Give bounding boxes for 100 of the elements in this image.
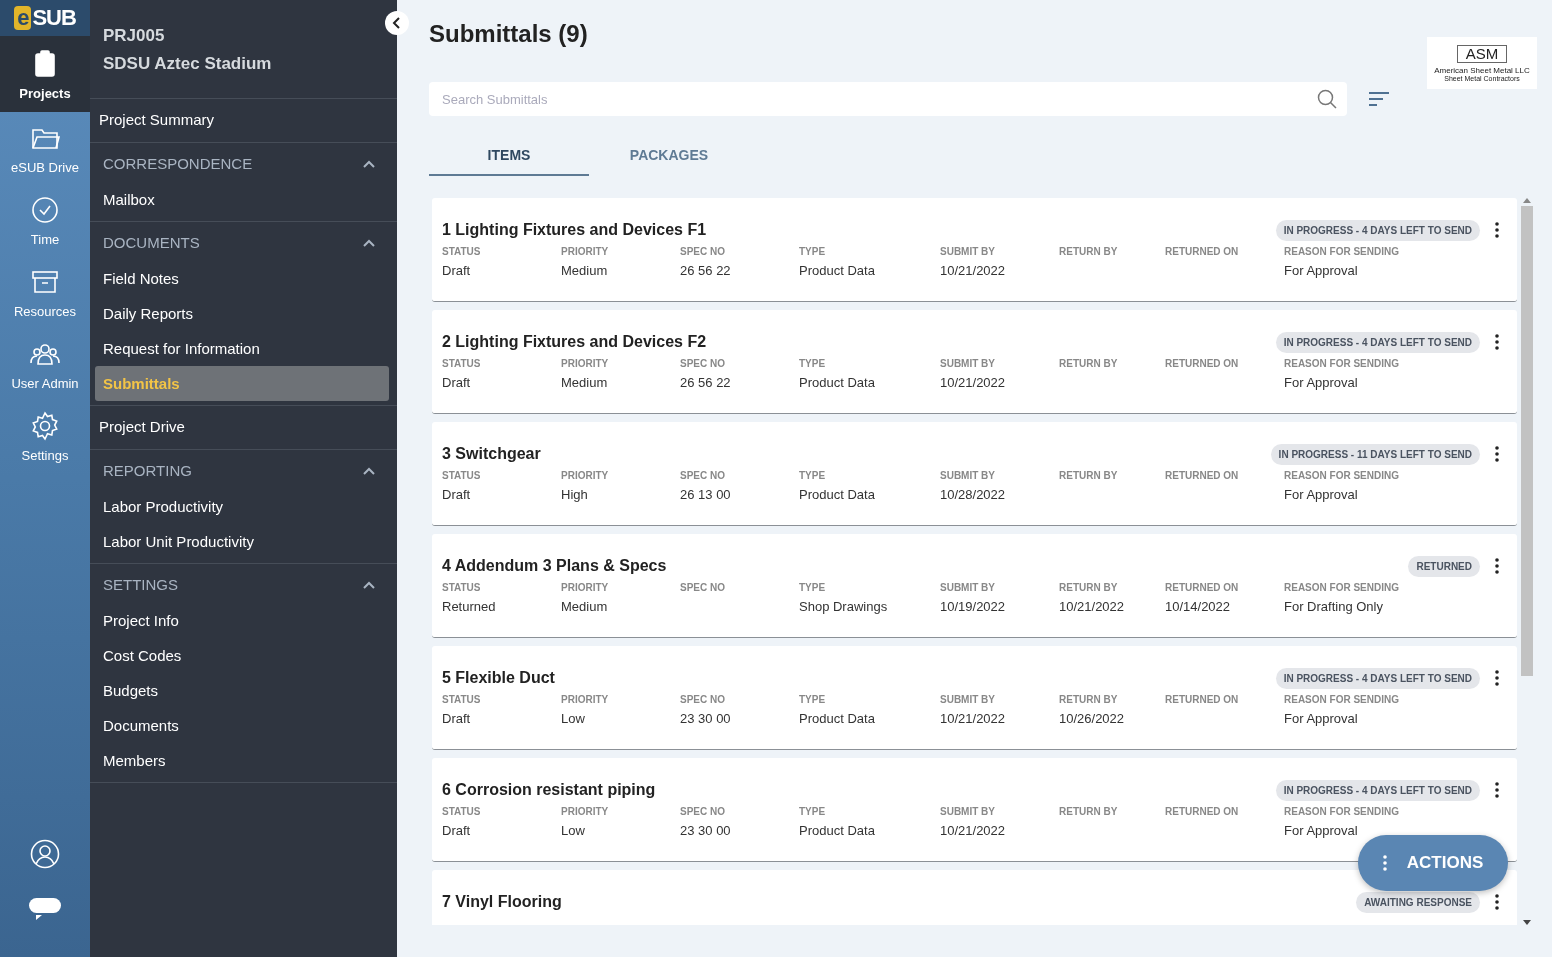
field-label: SPEC NO: [680, 358, 726, 369]
nav-item[interactable]: Labor Unit Productivity: [95, 524, 389, 559]
field-value: Medium: [561, 375, 609, 390]
more-icon[interactable]: [1495, 222, 1499, 238]
search-icon: [1317, 89, 1337, 109]
field-label: RETURN BY: [1059, 358, 1119, 369]
field-value: Draft: [442, 375, 472, 390]
section-header[interactable]: SETTINGS: [90, 564, 397, 603]
more-icon[interactable]: [1495, 782, 1499, 798]
submittal-card[interactable]: 7 Vinyl Flooring AWAITING RESPONSE: [432, 870, 1517, 925]
chat-bubble-icon[interactable]: [28, 897, 62, 923]
chevron-left-icon: [392, 17, 402, 29]
page-title: Submittals (9): [429, 20, 589, 48]
more-icon[interactable]: [1495, 334, 1499, 350]
field-label: SUBMIT BY: [940, 470, 996, 481]
filter-icon[interactable]: [1369, 92, 1389, 106]
submittal-title: 3 Switchgear: [442, 445, 542, 463]
field-label: SPEC NO: [680, 246, 726, 257]
field-value: 10/28/2022: [940, 487, 1007, 502]
field-value: 10/21/2022: [1059, 599, 1126, 614]
submittal-title: 1 Lighting Fixtures and Devices F1: [442, 221, 708, 239]
field-value: 10/21/2022: [940, 263, 1007, 278]
more-icon: [1382, 855, 1387, 871]
status-badge: IN PROGRESS - 11 DAYS LEFT TO SEND: [1270, 443, 1480, 465]
submittal-card[interactable]: 3 Switchgear IN PROGRESS - 11 DAYS LEFT TO SEND STATUS Draft PRIORITY High SPEC NO 26 13 00 TYPE Product Data SUBMIT BY 10/28/2022 RETURN BY RETURNED ON REASON FOR SENDING For Approval: [432, 422, 1517, 526]
field-value: 23 30 00: [680, 711, 732, 726]
field-label: STATUS: [442, 694, 482, 705]
field-value: For Approval: [1284, 375, 1359, 390]
scroll-up-icon[interactable]: [1523, 198, 1531, 203]
section-header[interactable]: CORRESPONDENCE: [90, 143, 397, 182]
scroll-thumb[interactable]: [1521, 206, 1533, 676]
submittal-card[interactable]: [432, 198, 1517, 302]
nav-link[interactable]: Project Summary: [90, 99, 397, 138]
nav-item[interactable]: Mailbox: [95, 182, 389, 217]
scroll-down-icon[interactable]: [1523, 920, 1531, 925]
logo-mark: e: [14, 6, 32, 30]
field-value: Medium: [561, 263, 609, 278]
field-label: STATUS: [442, 246, 482, 257]
field-value: For Approval: [1284, 711, 1359, 726]
field-label: RETURNED ON: [1165, 470, 1240, 481]
rail-nav-item[interactable]: eSUB Drive: [0, 112, 90, 184]
field-value: For Approval: [1284, 823, 1359, 838]
status-badge: IN PROGRESS - 4 DAYS LEFT TO SEND: [1275, 331, 1480, 353]
field-label: REASON FOR SENDING: [1284, 694, 1400, 705]
nav-item[interactable]: Field Notes: [95, 261, 389, 296]
nav-item[interactable]: Budgets: [95, 673, 389, 708]
field-value: 10/21/2022: [940, 375, 1007, 390]
tab[interactable]: ITEMS: [429, 136, 589, 176]
field-label: SPEC NO: [680, 694, 726, 705]
rail-nav-item[interactable]: Projects: [0, 36, 90, 112]
nav-item[interactable]: Cost Codes: [95, 638, 389, 673]
field-label: PRIORITY: [561, 358, 610, 369]
rail-nav-item[interactable]: User Admin: [0, 328, 90, 400]
field-value: Draft: [442, 823, 472, 838]
field-label: SUBMIT BY: [940, 806, 996, 817]
section-header[interactable]: DOCUMENTS: [90, 222, 397, 261]
collapse-button[interactable]: [385, 11, 409, 35]
nav-item[interactable]: Daily Reports: [95, 296, 389, 331]
nav-link[interactable]: Project Drive: [90, 406, 397, 445]
field-label: TYPE: [799, 470, 827, 481]
nav-item[interactable]: Documents: [95, 708, 389, 743]
nav-item[interactable]: Request for Information: [95, 331, 389, 366]
field-label: RETURNED ON: [1165, 582, 1240, 593]
submittal-card[interactable]: [432, 310, 1517, 414]
actions-button[interactable]: ACTIONS: [1358, 835, 1508, 891]
section-header[interactable]: REPORTING: [90, 450, 397, 489]
field-value: Draft: [442, 263, 472, 278]
field-value: Draft: [442, 487, 472, 502]
scrollbar[interactable]: [1521, 198, 1533, 925]
field-label: SUBMIT BY: [940, 358, 996, 369]
submittal-card[interactable]: 4 Addendum 3 Plans & Specs RETURNED STATUS Returned PRIORITY Medium SPEC NO TYPE Shop Drawings SUBMIT BY 10/19/2022 RETURN BY 10/21/2022 RETURNED ON 10/14/2022 REASON FOR SENDING For Drafting Only: [432, 534, 1517, 638]
chevron-icon: [363, 580, 375, 589]
more-icon[interactable]: [1495, 446, 1499, 462]
more-icon[interactable]: [1495, 558, 1499, 574]
rail-nav-item[interactable]: Settings: [0, 400, 90, 472]
submittal-title: 5 Flexible Duct: [442, 669, 556, 687]
rail-nav-item[interactable]: Time: [0, 184, 90, 256]
user-account-icon[interactable]: [30, 839, 60, 869]
submittal-card[interactable]: 5 Flexible Duct IN PROGRESS - 4 DAYS LEFT TO SEND STATUS Draft PRIORITY Low SPEC NO 23 30 00 TYPE Product Data SUBMIT BY 10/21/2022 RETURN BY 10/26/2022 RETURNED ON REASON FOR SENDING For Approval: [432, 646, 1517, 750]
status-badge: AWAITING RESPONSE: [1356, 891, 1480, 913]
rail-nav-item[interactable]: Resources: [0, 256, 90, 328]
field-label: TYPE: [799, 358, 827, 369]
tab[interactable]: PACKAGES: [589, 136, 749, 176]
field-label: PRIORITY: [561, 806, 610, 817]
search-field[interactable]: Search Submittals: [429, 82, 1347, 116]
chevron-icon: [363, 159, 375, 168]
nav-item[interactable]: Members: [95, 743, 389, 778]
more-icon[interactable]: [1495, 670, 1499, 686]
status-badge: IN PROGRESS - 4 DAYS LEFT TO SEND: [1275, 667, 1480, 689]
more-icon[interactable]: [1495, 894, 1499, 910]
field-value: 23 30 00: [680, 823, 732, 838]
field-label: REASON FOR SENDING: [1284, 582, 1400, 593]
nav-item[interactable]: Project Info: [95, 603, 389, 638]
field-value: Medium: [561, 599, 609, 614]
chevron-icon: [363, 466, 375, 475]
field-label: RETURN BY: [1059, 470, 1119, 481]
submittal-title: 7 Vinyl Flooring: [442, 893, 563, 911]
nav-item[interactable]: Labor Productivity: [95, 489, 389, 524]
field-label: TYPE: [799, 806, 827, 817]
field-label: REASON FOR SENDING: [1284, 246, 1400, 257]
